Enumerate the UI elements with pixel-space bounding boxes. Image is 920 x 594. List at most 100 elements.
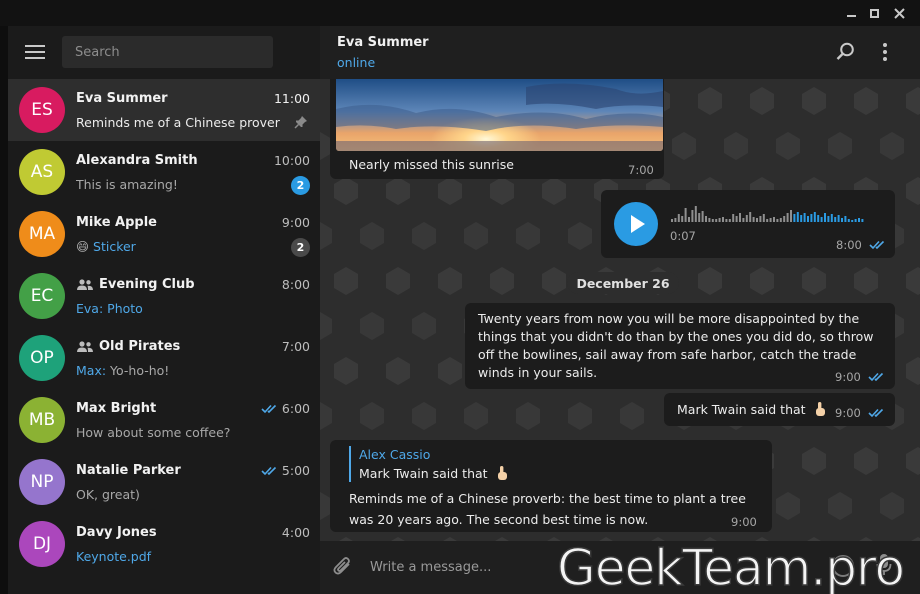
chat-time: 11:00 <box>273 91 310 106</box>
sticker-emoji: 😄 <box>76 239 90 254</box>
waveform-bar <box>745 215 748 222</box>
waveform-bar <box>861 219 864 222</box>
waveform-bar <box>735 216 738 222</box>
double-check-icon <box>261 466 276 475</box>
waveform-bar <box>766 219 769 222</box>
photo-message[interactable]: Nearly missed this sunrise 7:00 <box>330 79 664 179</box>
voice-message[interactable]: 0:07 8:00 <box>601 190 895 258</box>
unread-badge: 2 <box>291 176 310 195</box>
avatar: AS <box>19 149 65 195</box>
sidebar-header <box>8 26 320 78</box>
sunrise-photo[interactable] <box>336 79 663 151</box>
waveform-bar <box>803 213 806 222</box>
search-icon[interactable] <box>836 42 855 61</box>
waveform-bar <box>715 219 718 222</box>
attach-icon[interactable] <box>332 555 354 579</box>
pin-icon <box>294 116 307 129</box>
waveform-bar <box>786 213 789 222</box>
waveform-bar <box>783 216 786 222</box>
reply-quote[interactable]: Mark Twain said that <box>359 465 509 481</box>
waveform-bar <box>793 214 796 222</box>
chat-time: 7:00 <box>281 339 310 354</box>
chat-panel: Eva Summer online Nearly missed this sun… <box>320 26 920 594</box>
message-text: Mark Twain said that <box>677 401 827 417</box>
more-options-icon[interactable] <box>881 42 889 62</box>
maximize-icon[interactable] <box>862 4 886 22</box>
waveform-bar <box>834 217 837 222</box>
waveform-bar <box>732 214 735 222</box>
chat-item-mike-apple[interactable]: MA Mike Apple 9:00 😄 Sticker 2 <box>8 203 320 265</box>
chat-header: Eva Summer online <box>320 26 920 79</box>
chat-item-eva-summer[interactable]: ES Eva Summer 11:00 Reminds me of a Chin… <box>8 79 320 141</box>
chat-item-old-pirates[interactable]: OP Old Pirates 7:00 Max: Yo-ho-ho! <box>8 327 320 389</box>
play-button[interactable] <box>614 202 658 246</box>
avatar: OP <box>19 335 65 381</box>
chat-preview: OK, great) <box>76 487 140 502</box>
chat-name: Evening Club <box>76 277 195 292</box>
peer-name[interactable]: Eva Summer <box>337 35 429 50</box>
chat-name: Max Bright <box>76 401 157 416</box>
message-time: 8:00 <box>836 238 862 252</box>
reply-author[interactable]: Alex Cassio <box>359 447 430 462</box>
waveform-bar <box>800 215 803 222</box>
double-check-icon <box>868 372 884 382</box>
waveform-bar <box>701 211 704 222</box>
group-icon <box>77 278 93 290</box>
waveform-bar <box>820 217 823 222</box>
waveform-bar <box>858 218 860 222</box>
avatar: DJ <box>19 521 65 567</box>
chat-time: 10:00 <box>273 153 310 168</box>
waveform-bar <box>756 218 758 222</box>
waveform-bar <box>837 215 840 222</box>
waveform-bar <box>844 216 847 222</box>
waveform-bar <box>854 219 857 222</box>
sidebar: ES Eva Summer 11:00 Reminds me of a Chin… <box>8 26 320 594</box>
chat-item-alexandra-smith[interactable]: AS Alexandra Smith 10:00 This is amazing… <box>8 141 320 203</box>
audio-waveform[interactable] <box>669 204 874 224</box>
search-input[interactable] <box>62 36 273 68</box>
waveform-bar <box>790 210 792 222</box>
outgoing-message[interactable]: Mark Twain said that 9:00 <box>664 393 895 426</box>
avatar: NP <box>19 459 65 505</box>
chat-name: Davy Jones <box>76 525 157 540</box>
waveform-bar <box>817 215 820 222</box>
waveform-bar <box>813 212 816 222</box>
chat-item-davy-jones[interactable]: DJ Davy Jones 4:00 Keynote.pdf <box>8 513 320 575</box>
waveform-bar <box>769 218 772 222</box>
chat-item-max-bright[interactable]: MB Max Bright 6:00 How about some coffee… <box>8 389 320 451</box>
chat-time: 4:00 <box>281 525 310 540</box>
waveform-bar <box>759 216 762 222</box>
waveform-bar <box>708 218 711 222</box>
chat-time: 9:00 <box>281 215 310 230</box>
close-icon[interactable] <box>887 4 911 22</box>
waveform-bar <box>847 219 850 222</box>
waveform-bar <box>776 219 779 222</box>
chat-list: ES Eva Summer 11:00 Reminds me of a Chin… <box>8 79 320 575</box>
chat-name: Old Pirates <box>76 339 180 354</box>
minimize-icon[interactable] <box>839 4 863 22</box>
chat-item-natalie-parker[interactable]: NP Natalie Parker 5:00 OK, great) <box>8 451 320 513</box>
message-history[interactable]: Nearly missed this sunrise 7:00 0:07 8:0… <box>320 79 920 541</box>
chat-name: Eva Summer <box>76 91 168 106</box>
waveform-bar <box>827 216 830 222</box>
message-text: Twenty years from now you will be more d… <box>478 311 874 380</box>
group-icon <box>77 340 93 352</box>
waveform-bar <box>796 212 799 222</box>
chat-item-evening-club[interactable]: EC Evening Club 8:00 Eva: Photo <box>8 265 320 327</box>
chat-name: Natalie Parker <box>76 463 181 478</box>
photo-caption: Nearly missed this sunrise <box>349 157 514 172</box>
waveform-bar <box>698 213 701 222</box>
reply-bar <box>349 446 351 482</box>
message-time: 9:00 <box>731 515 757 529</box>
waveform-bar <box>742 218 745 222</box>
compose-bar: GeekTeam.pro <box>320 541 920 594</box>
outgoing-message[interactable]: Twenty years from now you will be more d… <box>465 303 895 389</box>
message-time: 9:00 <box>835 406 861 420</box>
waveform-bar <box>671 219 673 222</box>
incoming-reply-message[interactable]: Alex Cassio Mark Twain said that Reminds… <box>330 440 772 532</box>
waveform-bar <box>711 219 714 222</box>
message-text: Reminds me of a Chinese proverb: the bes… <box>349 491 746 527</box>
watermark-text: GeekTeam.pro <box>556 539 906 594</box>
menu-icon[interactable] <box>25 45 45 59</box>
chat-preview: Max: Yo-ho-ho! <box>76 363 170 378</box>
